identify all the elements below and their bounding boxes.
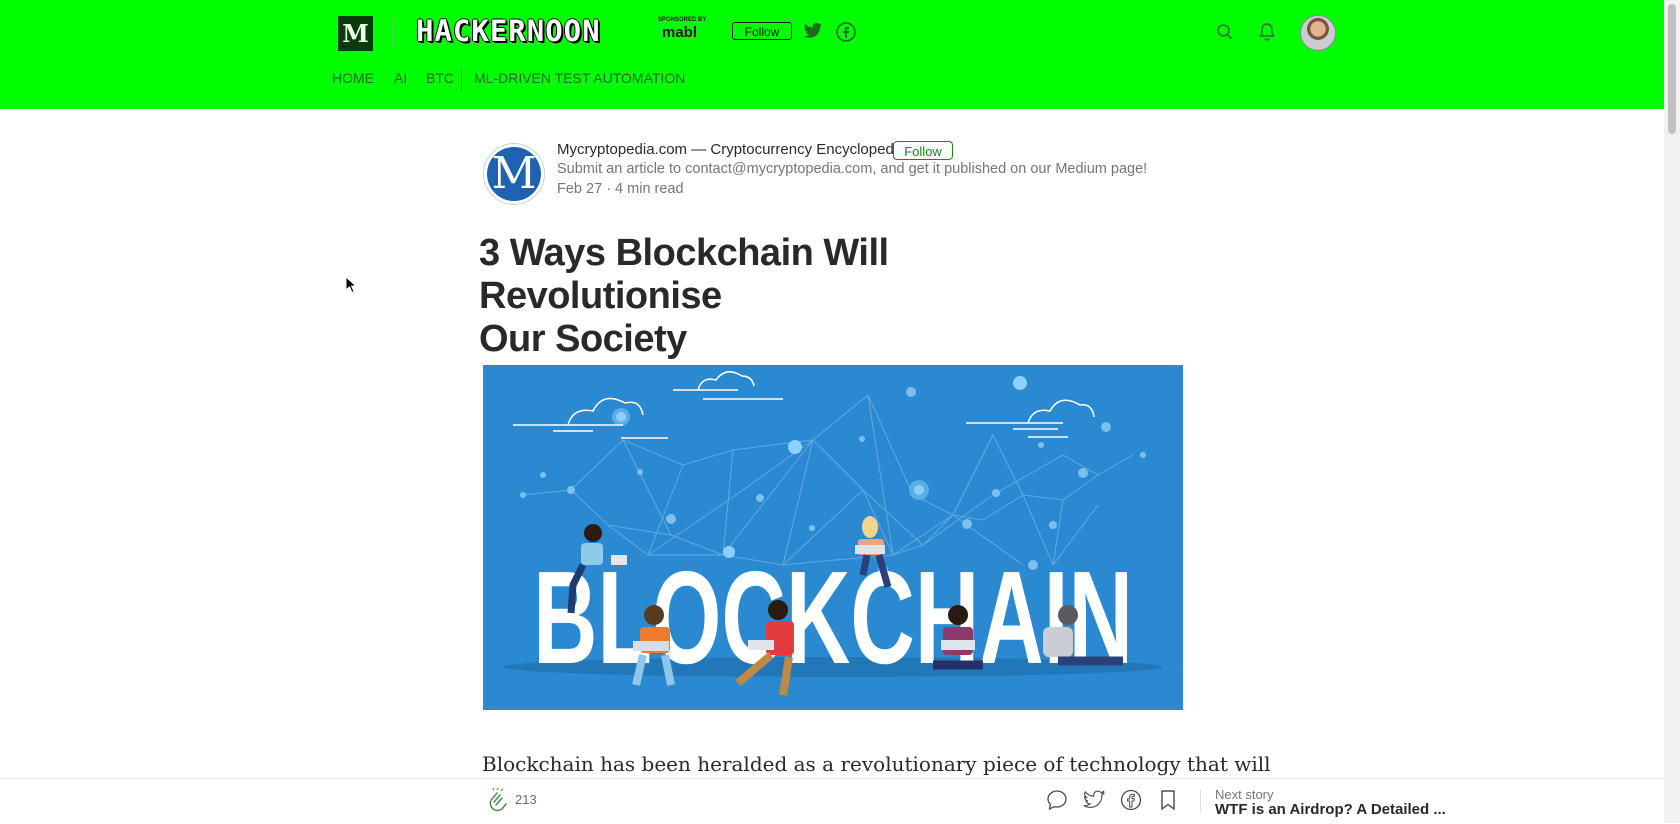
nav-divider <box>461 68 462 90</box>
publication-follow-button[interactable]: Follow <box>732 22 792 40</box>
facebook-share-icon[interactable] <box>1120 789 1142 815</box>
read-time: 4 min read <box>615 181 684 197</box>
article-meta: Feb 27 · 4 min read <box>557 181 684 197</box>
scrollbar-thumb[interactable] <box>1668 4 1676 134</box>
bell-icon[interactable] <box>1258 22 1276 46</box>
nav-item-btc[interactable]: BTC <box>426 70 454 86</box>
clap-icon[interactable] <box>485 787 511 817</box>
hero-word: BLOCKCHAIN <box>533 544 1133 691</box>
author-avatar[interactable]: M <box>483 143 545 205</box>
author-bio: Submit an article to contact@mycryptoped… <box>557 161 1148 177</box>
author-follow-button[interactable]: Follow <box>893 141 953 160</box>
clouds <box>513 371 1095 439</box>
nav-item-ai[interactable]: AI <box>394 70 407 86</box>
meta-separator: · <box>606 181 616 197</box>
bookmark-icon[interactable] <box>1160 789 1176 815</box>
author-name[interactable]: Mycryptopedia.com — Cryptocurrency Encyc… <box>557 141 905 158</box>
publication-logo[interactable]: HACKERNOON <box>416 16 601 46</box>
publication-header <box>0 0 1664 109</box>
header-divider <box>392 18 393 48</box>
nav-item-ml-driven-test-automation[interactable]: ML-DRIVEN TEST AUTOMATION <box>474 70 685 86</box>
author-avatar-letter: M <box>487 147 541 201</box>
twitter-share-icon[interactable] <box>1083 790 1106 814</box>
medium-logo[interactable]: M <box>338 16 373 51</box>
clap-count: 213 <box>515 792 537 807</box>
twitter-icon[interactable] <box>803 22 823 44</box>
bottom-bar-divider <box>1200 789 1201 813</box>
next-story-label: Next story <box>1215 787 1274 802</box>
comment-icon[interactable] <box>1046 789 1068 815</box>
facebook-icon[interactable] <box>836 22 856 46</box>
search-icon[interactable] <box>1216 23 1234 45</box>
hero-image[interactable]: BLOCKCHAIN <box>483 365 1183 710</box>
article-title: 3 Ways Blockchain Will Revolutionise Our… <box>479 232 1119 361</box>
user-avatar[interactable] <box>1300 15 1336 51</box>
hero-illustration: BLOCKCHAIN <box>503 371 1163 696</box>
publish-date: Feb 27 <box>557 181 603 197</box>
next-story-link[interactable]: WTF is an Airdrop? A Detailed ... <box>1215 801 1446 818</box>
article-body-first-line: Blockchain has been heralded as a revolu… <box>482 752 1271 776</box>
mouse-cursor-icon <box>345 275 358 298</box>
sponsor-name: mabl <box>662 24 698 41</box>
article-title-line-1: 3 Ways Blockchain Will Revolutionise <box>479 232 889 317</box>
sponsor-badge[interactable]: SPONSORED BY mabl <box>658 16 714 42</box>
nav-item-home[interactable]: HOME <box>332 70 374 86</box>
article-title-line-2: Our Society <box>479 318 687 360</box>
sponsored-label: SPONSORED BY <box>658 17 707 23</box>
